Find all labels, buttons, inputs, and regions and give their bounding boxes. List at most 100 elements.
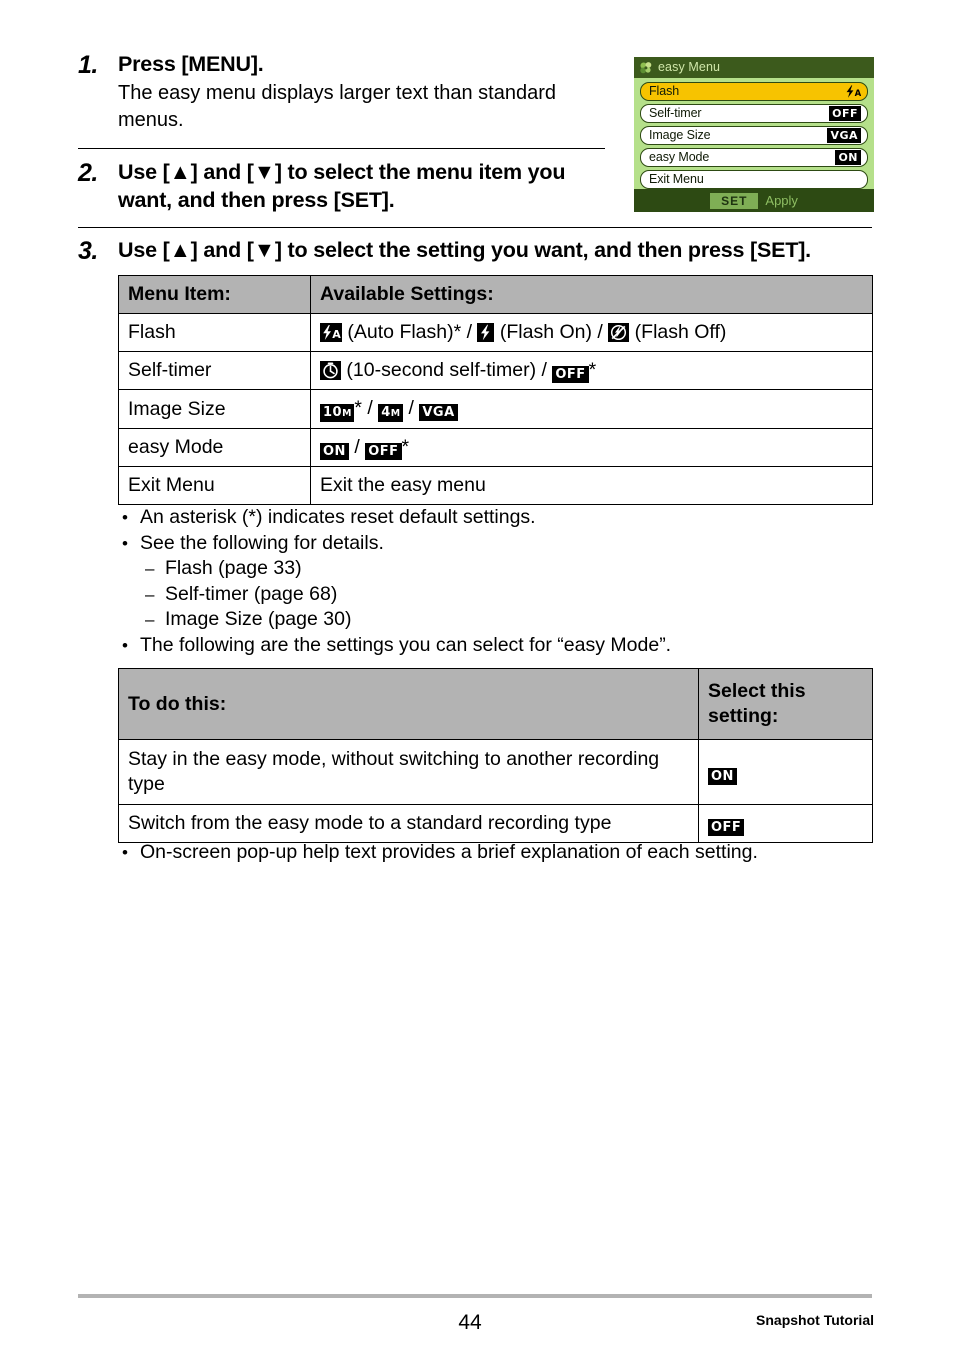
list-item: • The following are the settings you can… xyxy=(122,633,862,659)
lcd-menu-item-flash-label: Flash xyxy=(649,84,680,98)
on-badge: ON xyxy=(320,443,349,460)
table-row: Stay in the easy mode, without switching… xyxy=(118,739,873,805)
lcd-image-size-value: VGA xyxy=(827,128,861,143)
lcd-menu-item-self-timer[interactable]: Self-timer OFF xyxy=(640,104,868,123)
lcd-header: easy Menu xyxy=(634,57,874,78)
footer-section-label: Snapshot Tutorial xyxy=(756,1312,874,1328)
table-row: Flash A (Auto Flash)* / (Flash On) / (Fl… xyxy=(118,313,873,352)
step-2-body: Use [▲] and [▼] to select the menu item … xyxy=(118,158,608,214)
clover-icon xyxy=(639,61,653,75)
table-row: Exit Menu Exit the easy menu xyxy=(118,466,873,505)
step-3-title: Use [▲] and [▼] to select the setting yo… xyxy=(118,238,811,262)
lcd-set-key: SET xyxy=(710,192,759,209)
list-item: • An asterisk (*) indicates reset defaul… xyxy=(122,505,862,531)
on-badge: ON xyxy=(708,767,737,785)
flash-off-icon xyxy=(608,323,630,342)
dash-mark: – xyxy=(145,559,155,578)
svg-text:A: A xyxy=(332,328,341,341)
lcd-menu-item-exit-menu-label: Exit Menu xyxy=(649,172,704,186)
list-item-text: Self-timer (page 68) xyxy=(165,582,338,605)
list-item: • See the following for details. xyxy=(122,531,862,557)
flash-auto-icon: A xyxy=(845,85,861,98)
off-badge: OFF xyxy=(708,819,745,836)
bullet-mark: • xyxy=(122,508,128,527)
step-1-description: The easy menu displays larger text than … xyxy=(118,82,557,131)
table-row: Image Size 10M * / 4M / VGA xyxy=(118,389,873,429)
easy-mode-row-setting: ON xyxy=(698,739,873,805)
lcd-easy-mode-value: ON xyxy=(835,150,861,165)
settings-row-item: Flash xyxy=(118,313,311,352)
settings-row-text: / xyxy=(403,397,420,419)
settings-row-values: ON / OFF * xyxy=(310,428,873,467)
lcd-menu-item-easy-mode[interactable]: easy Mode ON xyxy=(640,148,868,167)
list-item-text: Image Size (page 30) xyxy=(165,608,352,630)
settings-row-values: Exit the easy menu xyxy=(310,466,873,505)
settings-row-text: (Flash Off) xyxy=(629,321,727,343)
table-row: Switch from the easy mode to a standard … xyxy=(118,804,873,843)
lcd-menu-item-flash[interactable]: Flash A xyxy=(640,82,868,101)
table-row: easy Mode ON / OFF * xyxy=(118,428,873,467)
step-divider-2 xyxy=(78,227,872,228)
image-size-vga-badge: VGA xyxy=(419,404,458,421)
step-divider-1 xyxy=(78,148,605,149)
lcd-menu-item-easy-mode-label: easy Mode xyxy=(649,150,710,164)
lcd-title: easy Menu xyxy=(658,60,721,74)
settings-row-values: (10-second self-timer) / OFF * xyxy=(310,351,873,390)
lcd-menu-item-self-timer-label: Self-timer xyxy=(649,106,702,120)
lcd-menu-item-exit-menu[interactable]: Exit Menu xyxy=(640,170,868,189)
settings-row-values: 10M * / 4M / VGA xyxy=(310,389,873,429)
step-3: 3. Use [▲] and [▼] to select the setting… xyxy=(78,236,878,266)
lcd-self-timer-value: OFF xyxy=(829,106,861,121)
dash-mark: – xyxy=(145,584,155,604)
settings-row-item: Exit Menu xyxy=(118,466,311,505)
lcd-menu-list: Flash A Self-timer OFF Image Size VGA ea… xyxy=(634,78,874,189)
list-item: – Image Size (page 30) xyxy=(122,607,862,633)
step-2: 2. Use [▲] and [▼] to select the menu it… xyxy=(78,158,608,214)
easy-mode-table-header-row: To do this: Select this setting: xyxy=(118,668,873,740)
step-3-number: 3. xyxy=(78,237,98,265)
flash-auto-icon: A xyxy=(320,323,342,342)
settings-table: Menu Item: Available Settings: Flash A (… xyxy=(118,275,873,505)
settings-row-text: * / xyxy=(354,397,379,419)
list-item: • On-screen pop-up help text provides a … xyxy=(122,840,862,866)
list-item-text: The following are the settings you can s… xyxy=(140,633,672,656)
list-item: – Flash (page 33) xyxy=(122,556,862,582)
dash-mark: – xyxy=(145,610,155,629)
easy-mode-header-text: Select this setting: xyxy=(708,680,806,727)
final-note: • On-screen pop-up help text provides a … xyxy=(122,840,862,866)
easy-mode-table: To do this: Select this setting: Stay in… xyxy=(118,668,873,843)
settings-table-header-available-settings: Available Settings: xyxy=(310,275,873,314)
lcd-menu-item-image-size-label: Image Size xyxy=(649,128,711,142)
table-row: Self-timer (10-second self-timer) / OFF * xyxy=(118,351,873,390)
settings-row-item: easy Mode xyxy=(118,428,311,467)
page-number: 44 xyxy=(458,1311,482,1334)
easy-mode-row-description: Switch from the easy mode to a standard … xyxy=(118,804,699,843)
step-1: 1. Press [MENU]. The easy menu displays … xyxy=(78,50,598,134)
settings-row-item: Self-timer xyxy=(118,351,311,390)
off-badge: OFF xyxy=(552,366,589,383)
lcd-menu-item-image-size[interactable]: Image Size VGA xyxy=(640,126,868,145)
step-1-body: Press [MENU]. The easy menu displays lar… xyxy=(118,50,598,134)
lcd-apply-label: Apply xyxy=(765,192,798,208)
step-3-body: Use [▲] and [▼] to select the setting yo… xyxy=(118,236,878,264)
easy-mode-header-to-do-this: To do this: xyxy=(118,668,699,740)
settings-table-header-menu-item: Menu Item: xyxy=(118,275,311,314)
settings-table-header-row: Menu Item: Available Settings: xyxy=(118,275,873,314)
settings-row-text: (10-second self-timer) / xyxy=(341,359,553,381)
step-1-number: 1. xyxy=(78,51,98,79)
list-item-text: See the following for details. xyxy=(140,531,384,554)
easy-mode-row-setting: OFF xyxy=(698,804,873,843)
list-item: – Self-timer (page 68) xyxy=(122,582,862,608)
bullet-mark: • xyxy=(122,635,128,655)
settings-row-text: * xyxy=(588,359,597,381)
easy-mode-row-description: Stay in the easy mode, without switching… xyxy=(118,739,699,805)
lcd-footer: SET Apply xyxy=(634,189,874,212)
document-page: 1. Press [MENU]. The easy menu displays … xyxy=(0,0,954,1357)
step-2-number: 2. xyxy=(78,159,98,187)
list-item-text: An asterisk (*) indicates reset default … xyxy=(140,506,536,528)
settings-row-text: (Flash On) / xyxy=(494,321,609,343)
footer-divider xyxy=(78,1294,872,1298)
bullet-mark: • xyxy=(122,843,128,862)
bullet-mark: • xyxy=(122,533,128,553)
image-size-10m-badge: 10M xyxy=(320,404,355,422)
